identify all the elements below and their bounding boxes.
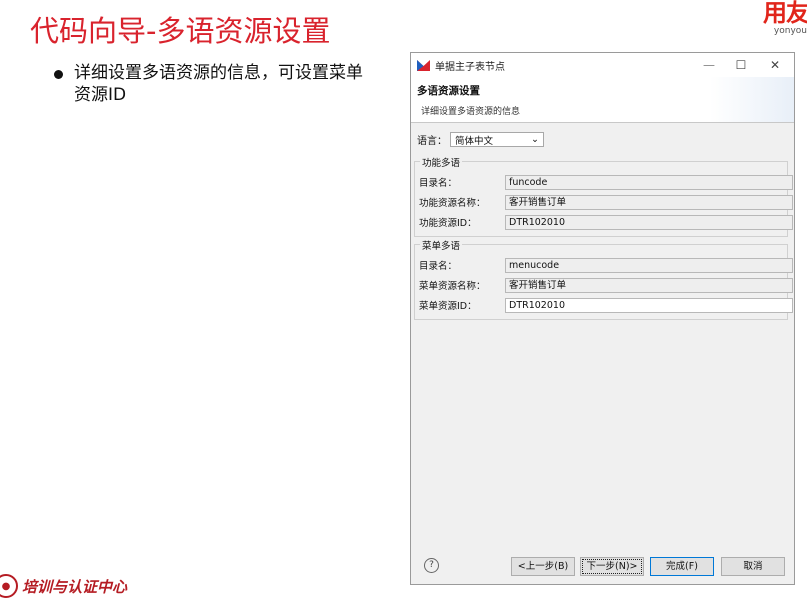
brand-logo: 用友 yonyou: [763, 0, 807, 36]
function-group: 功能多语 目录名： funcode 功能资源名称： 客开销售订单 功能资源ID：…: [414, 155, 793, 237]
function-dir-field[interactable]: funcode: [505, 174, 793, 190]
function-name-field[interactable]: 客开销售订单: [505, 194, 793, 210]
app-icon: [417, 59, 430, 71]
menu-dir-field[interactable]: menucode: [505, 257, 793, 273]
footer-logo: ● 培训与认证中心: [0, 574, 127, 598]
language-select[interactable]: 简体中文 ⌄: [450, 132, 544, 147]
prev-button[interactable]: <上一步(B): [511, 557, 575, 576]
bullet-text: 详细设置多语资源的信息，可设置菜单资源ID: [74, 63, 363, 105]
help-icon[interactable]: ?: [424, 558, 439, 573]
maximize-icon[interactable]: ☐: [726, 56, 756, 74]
slide-title: 代码向导-多语资源设置: [30, 14, 331, 48]
field-label: 菜单资源ID：: [419, 301, 477, 312]
bullet-dot-icon: [54, 70, 63, 79]
language-selected: 简体中文: [455, 135, 494, 147]
menu-id-field[interactable]: DTR102010: [505, 297, 793, 313]
footer-text: 培训与认证中心: [22, 577, 128, 596]
close-icon[interactable]: ✕: [760, 56, 790, 74]
function-id-field[interactable]: DTR102010: [505, 214, 793, 230]
field-label: 目录名：: [419, 178, 458, 189]
cancel-button[interactable]: 取消: [721, 557, 785, 576]
brand-logo-sub: yonyou: [773, 26, 807, 36]
window-title: 单据主子表节点: [435, 61, 505, 73]
finish-button[interactable]: 完成(F): [650, 557, 714, 576]
wizard-dialog: 单据主子表节点 — ☐ ✕ 多语资源设置 详细设置多语资源的信息 语言： 简体中…: [410, 52, 795, 585]
banner-title: 多语资源设置: [417, 85, 480, 97]
menu-id-row: 菜单资源ID： DTR102010: [419, 297, 793, 313]
brand-logo-main: 用友: [763, 0, 807, 27]
language-row: 语言： 简体中文 ⌄: [417, 132, 544, 147]
menu-name-field[interactable]: 客开销售订单: [505, 277, 793, 293]
menu-group: 菜单多语 目录名： menucode 菜单资源名称： 客开销售订单 菜单资源ID…: [414, 238, 793, 320]
language-label: 语言：: [417, 136, 447, 147]
function-dir-row: 目录名： funcode: [419, 174, 793, 190]
next-button[interactable]: 下一步(N)>: [580, 557, 644, 576]
chevron-down-icon: ⌄: [531, 134, 539, 145]
button-bar: ? <上一步(B) 下一步(N)> 完成(F) 取消: [411, 556, 794, 580]
menu-group-label: 菜单多语: [420, 238, 463, 252]
field-label: 目录名：: [419, 261, 458, 272]
minimize-icon[interactable]: —: [694, 56, 724, 74]
banner-description: 详细设置多语资源的信息: [421, 107, 521, 117]
field-label: 功能资源ID：: [419, 218, 477, 229]
field-label: 菜单资源名称：: [419, 281, 486, 292]
seal-icon: ●: [0, 574, 18, 598]
function-group-label: 功能多语: [420, 155, 463, 169]
menu-name-row: 菜单资源名称： 客开销售订单: [419, 277, 793, 293]
field-label: 功能资源名称：: [419, 198, 486, 209]
title-bar[interactable]: 单据主子表节点 — ☐ ✕: [411, 53, 794, 77]
wizard-banner: 多语资源设置 详细设置多语资源的信息: [411, 77, 794, 123]
menu-dir-row: 目录名： menucode: [419, 257, 793, 273]
bullet-item: 详细设置多语资源的信息，可设置菜单资源ID: [54, 62, 394, 106]
function-name-row: 功能资源名称： 客开销售订单: [419, 194, 793, 210]
wizard-content: 语言： 简体中文 ⌄ 功能多语 目录名： funcode 功能资源名称： 客开销…: [411, 123, 794, 531]
function-id-row: 功能资源ID： DTR102010: [419, 214, 793, 230]
